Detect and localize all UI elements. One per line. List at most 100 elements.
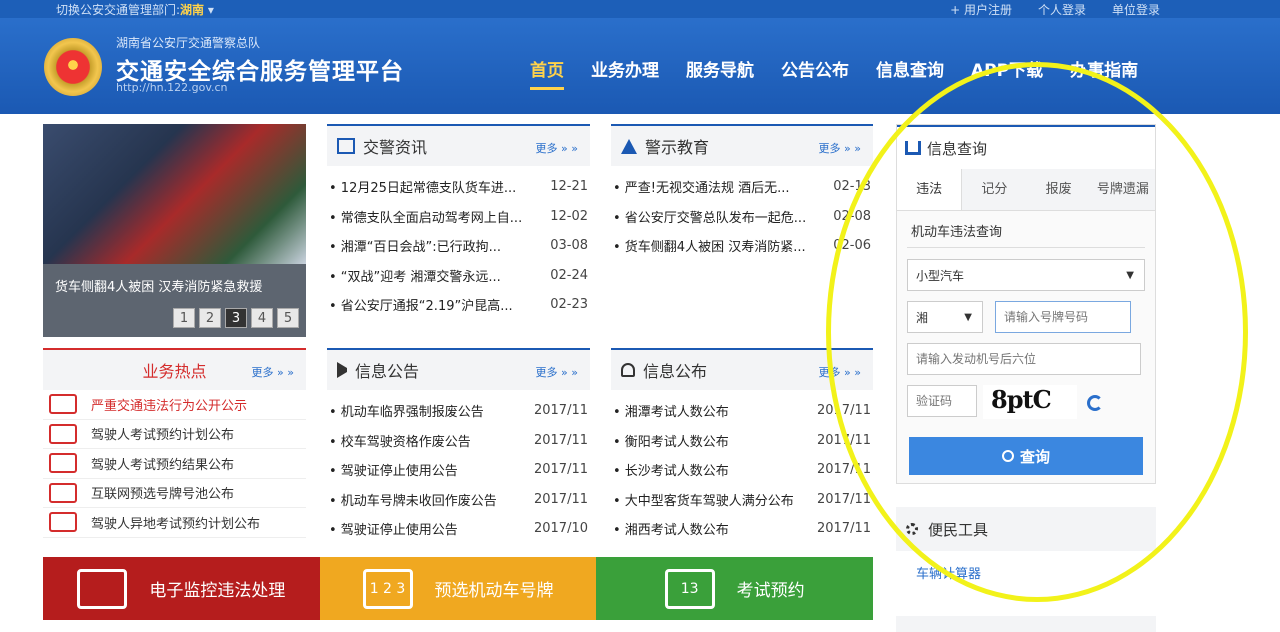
slide-page-1[interactable]: 1 bbox=[173, 308, 195, 328]
publish-item-text[interactable]: • 湘西考试人数公布 bbox=[613, 519, 729, 538]
news-item-date: 12-21 bbox=[550, 179, 588, 195]
warning-item-text[interactable]: • 严查!无视交通法规 酒后无... bbox=[613, 177, 790, 196]
warning-item[interactable]: • 省公安厅交警总队发布一起危... 02-08 bbox=[611, 202, 873, 232]
query-tabs: 违法 记分 报废 号牌遗漏 bbox=[897, 169, 1155, 211]
notice-item-text[interactable]: • 机动车号牌未收回作废公告 bbox=[329, 490, 497, 509]
tile-label[interactable]: 电子监控违法处理 bbox=[149, 576, 285, 601]
query-button-label: 查询 bbox=[1019, 448, 1050, 466]
tile-plate-select[interactable]: 1 2 3 预选机动车号牌 bbox=[319, 557, 597, 620]
query-submit-button[interactable]: 查询 bbox=[909, 437, 1143, 475]
slide-page-5[interactable]: 5 bbox=[277, 308, 299, 328]
nav-service[interactable]: 服务导航 bbox=[686, 56, 754, 90]
publish-item-text[interactable]: • 衡阳考试人数公布 bbox=[613, 431, 729, 450]
tab-plate-missing[interactable]: 号牌遗漏 bbox=[1091, 169, 1155, 210]
slide-page-3[interactable]: 3 bbox=[225, 308, 247, 328]
warning-item[interactable]: • 货车侧翻4人被困 汉寿消防紧... 02-06 bbox=[611, 231, 873, 261]
news-item[interactable]: • 12月25日起常德支队货车进... 12-21 bbox=[327, 172, 590, 202]
nav-info-query[interactable]: 信息查询 bbox=[876, 56, 944, 90]
news-item[interactable]: • 湘潭“百日会战”:已行政拘... 03-08 bbox=[327, 231, 590, 261]
slide-caption[interactable]: 货车侧翻4人被困 汉寿消防紧急救援 bbox=[55, 276, 262, 295]
warning-more-link[interactable]: 更多 » » bbox=[819, 140, 861, 156]
news-item-text[interactable]: • 常德支队全面启动驾考网上自... bbox=[329, 207, 522, 226]
publish-item[interactable]: • 湘潭考试人数公布 2017/11 bbox=[611, 396, 873, 426]
nav-announcement[interactable]: 公告公布 bbox=[781, 56, 849, 90]
personal-login-link[interactable]: 个人登录 bbox=[1038, 1, 1086, 18]
notice-item[interactable]: • 驾驶证停止使用公告 2017/11 bbox=[327, 455, 590, 485]
hot-item-label[interactable]: 互联网预选号牌号池公布 bbox=[91, 483, 234, 502]
province-name[interactable]: 湖南 bbox=[180, 3, 204, 17]
nav-guide[interactable]: 办事指南 bbox=[1070, 56, 1138, 90]
publish-item-text[interactable]: • 大中型客货车驾驶人满分公布 bbox=[613, 490, 794, 509]
query-title: 信息查询 bbox=[927, 139, 988, 158]
notice-item-text[interactable]: • 驾驶证停止使用公告 bbox=[329, 519, 458, 538]
hot-more-link[interactable]: 更多 » » bbox=[252, 364, 294, 380]
publish-item-text[interactable]: • 湘潭考试人数公布 bbox=[613, 401, 729, 420]
company-login-link[interactable]: 单位登录 bbox=[1112, 1, 1160, 18]
province-switcher[interactable]: 切换公安交通管理部门:湖南 ▾ bbox=[56, 1, 214, 18]
slide-image[interactable] bbox=[43, 124, 306, 264]
notice-item-date: 2017/11 bbox=[533, 403, 588, 419]
publish-item[interactable]: • 长沙考试人数公布 2017/11 bbox=[611, 455, 873, 485]
tab-violation[interactable]: 违法 bbox=[897, 169, 963, 210]
binoculars-icon bbox=[905, 141, 921, 155]
news-more-link[interactable]: 更多 » » bbox=[536, 140, 578, 156]
publish-item-text[interactable]: • 长沙考试人数公布 bbox=[613, 460, 729, 479]
hot-item-label[interactable]: 驾驶人考试预约结果公布 bbox=[91, 454, 234, 473]
warning-item-text[interactable]: • 货车侧翻4人被困 汉寿消防紧... bbox=[613, 236, 806, 255]
plate-prefix-select[interactable]: 湘 ▼ bbox=[907, 301, 983, 333]
warning-item[interactable]: • 严查!无视交通法规 酒后无... 02-13 bbox=[611, 172, 873, 202]
warning-item-text[interactable]: • 省公安厅交警总队发布一起危... bbox=[613, 207, 806, 226]
publish-item[interactable]: • 衡阳考试人数公布 2017/11 bbox=[611, 426, 873, 456]
slide-page-4[interactable]: 4 bbox=[251, 308, 273, 328]
tab-scrap[interactable]: 报废 bbox=[1027, 169, 1091, 210]
register-link[interactable]: + 用户注册 bbox=[950, 1, 1012, 18]
notice-item[interactable]: • 校车驾驶资格作废公告 2017/11 bbox=[327, 426, 590, 456]
publish-item[interactable]: • 湘西考试人数公布 2017/11 bbox=[611, 514, 873, 544]
hot-item[interactable]: 严重交通违法行为公开公示 bbox=[43, 390, 306, 420]
publish-item[interactable]: • 大中型客货车驾驶人满分公布 2017/11 bbox=[611, 485, 873, 515]
plate-number-input[interactable] bbox=[995, 301, 1131, 333]
notice-item-text[interactable]: • 机动车临界强制报废公告 bbox=[329, 401, 484, 420]
notice-item-text[interactable]: • 校车驾驶资格作废公告 bbox=[329, 431, 471, 450]
hot-item[interactable]: 驾驶人异地考试预约计划公布 bbox=[43, 508, 306, 538]
news-slideshow[interactable]: 货车侧翻4人被困 汉寿消防紧急救援 1 2 3 4 5 bbox=[43, 124, 306, 337]
publish-more-link[interactable]: 更多 » » bbox=[819, 364, 861, 380]
refresh-icon[interactable] bbox=[1087, 395, 1103, 411]
news-item[interactable]: • 常德支队全面启动驾考网上自... 12-02 bbox=[327, 202, 590, 232]
tile-label[interactable]: 考试预约 bbox=[737, 576, 805, 601]
captcha-input[interactable] bbox=[907, 385, 977, 417]
news-item-text[interactable]: • 湘潭“百日会战”:已行政拘... bbox=[329, 236, 501, 255]
tile-electronic-monitor[interactable]: 电子监控违法处理 bbox=[43, 557, 320, 620]
news-item[interactable]: • “双战”迎考 湘潭交警永远... 02-24 bbox=[327, 261, 590, 291]
news-item-date: 02-23 bbox=[550, 297, 588, 313]
slide-page-2[interactable]: 2 bbox=[199, 308, 221, 328]
hot-item-label[interactable]: 驾驶人考试预约计划公布 bbox=[91, 424, 234, 443]
notice-item-text[interactable]: • 驾驶证停止使用公告 bbox=[329, 460, 458, 479]
news-item-text[interactable]: • “双战”迎考 湘潭交警永远... bbox=[329, 266, 501, 285]
tile-exam-booking[interactable]: 13 考试预约 bbox=[596, 557, 874, 620]
tools-item[interactable]: 车辆计算器 bbox=[916, 563, 981, 582]
nav-app-download[interactable]: APP下载 bbox=[971, 56, 1043, 90]
news-item-text[interactable]: • 12月25日起常德支队货车进... bbox=[329, 177, 516, 196]
hot-item[interactable]: 驾驶人考试预约计划公布 bbox=[43, 420, 306, 449]
notice-item[interactable]: • 机动车号牌未收回作废公告 2017/11 bbox=[327, 485, 590, 515]
nav-business[interactable]: 业务办理 bbox=[591, 56, 659, 90]
hot-item[interactable]: 驾驶人考试预约结果公布 bbox=[43, 449, 306, 479]
news-item-text[interactable]: • 省公安厅通报“2.19”沪昆高... bbox=[329, 295, 513, 314]
publish-item-date: 2017/11 bbox=[816, 462, 871, 478]
hot-item[interactable]: 互联网预选号牌号池公布 bbox=[43, 479, 306, 508]
vehicle-type-select[interactable]: 小型汽车 ▼ bbox=[907, 259, 1145, 291]
hot-item-label[interactable]: 严重交通违法行为公开公示 bbox=[91, 395, 247, 414]
tile-label[interactable]: 预选机动车号牌 bbox=[435, 576, 554, 601]
hot-item-label[interactable]: 驾驶人异地考试预约计划公布 bbox=[91, 513, 260, 532]
notice-more-link[interactable]: 更多 » » bbox=[536, 364, 578, 380]
nav-home[interactable]: 首页 bbox=[530, 56, 564, 90]
publish-panel: 信息公布 更多 » » • 湘潭考试人数公布 2017/11 • 衡阳考试人数公布… bbox=[611, 348, 873, 544]
notice-item[interactable]: • 机动车临界强制报废公告 2017/11 bbox=[327, 396, 590, 426]
news-item[interactable]: • 省公安厅通报“2.19”沪昆高... 02-23 bbox=[327, 290, 590, 320]
main-nav: 首页 业务办理 服务导航 公告公布 信息查询 APP下载 办事指南 bbox=[530, 56, 1165, 90]
publish-item-date: 2017/11 bbox=[816, 521, 871, 537]
tab-points[interactable]: 记分 bbox=[962, 169, 1026, 210]
notice-item[interactable]: • 驾驶证停止使用公告 2017/10 bbox=[327, 514, 590, 544]
engine-number-input[interactable] bbox=[907, 343, 1141, 375]
